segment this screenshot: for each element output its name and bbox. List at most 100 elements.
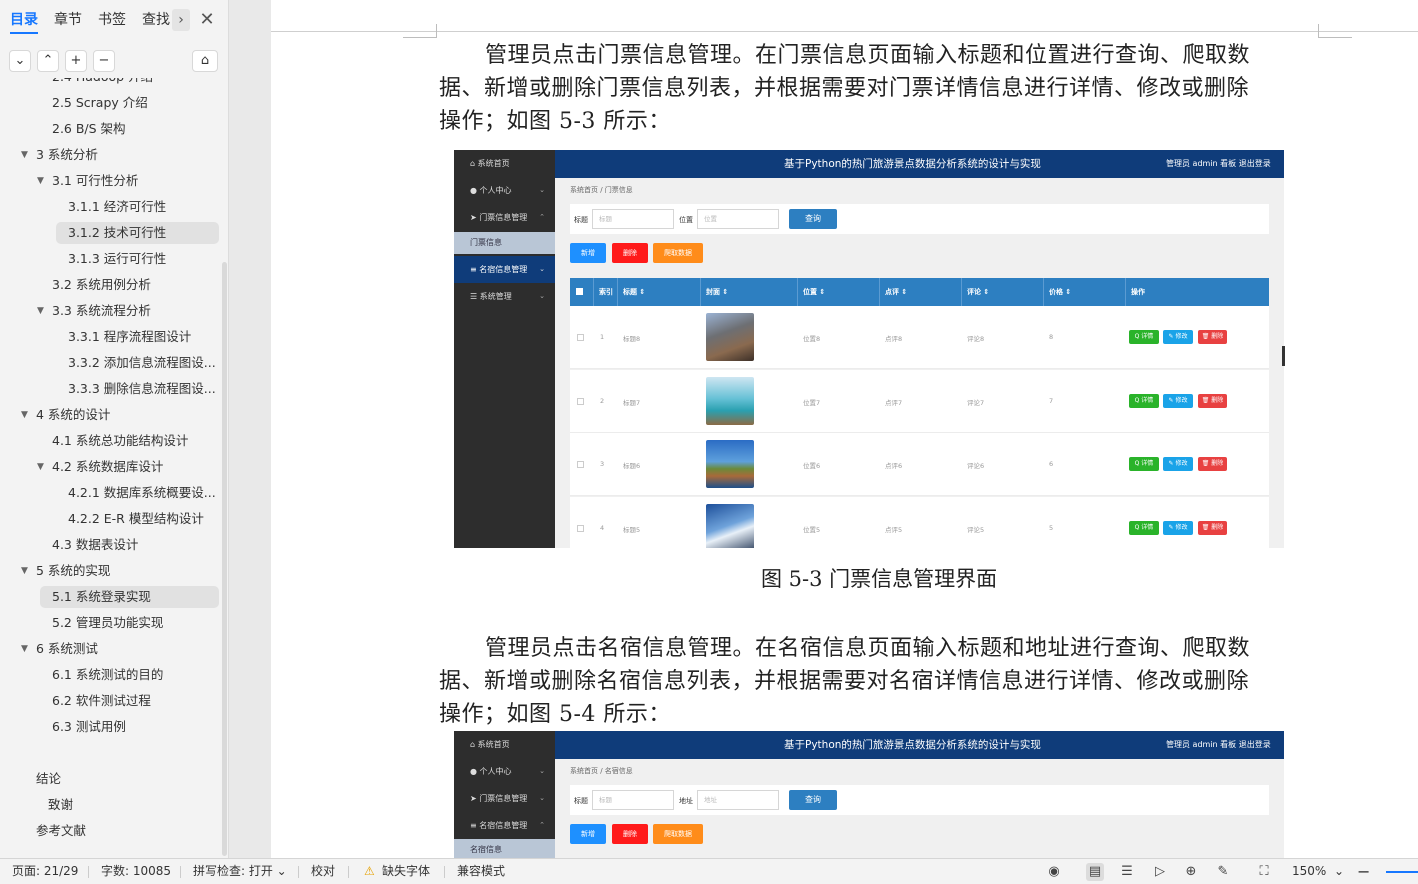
shot1-th-comment: 评论 ⇕ — [962, 278, 1044, 306]
tab-chapters[interactable]: 章节 — [54, 0, 82, 40]
toc-item[interactable]: 3.3 系统流程分析 — [52, 300, 151, 322]
toc-item[interactable]: 4 系统的设计 — [36, 404, 110, 426]
proofread-button[interactable]: 校对 — [311, 859, 335, 884]
toc-item-label: 致谢 — [48, 797, 74, 812]
toc-item[interactable]: 6.2 软件测试过程 — [52, 690, 151, 712]
tab-bookmarks[interactable]: 书签 — [98, 0, 126, 40]
toc-item[interactable]: 5.1 系统登录实现 — [40, 586, 219, 608]
toc-item[interactable]: 参考文献 — [36, 820, 86, 842]
toc-item[interactable]: 4.1 系统总功能结构设计 — [52, 430, 188, 452]
page-count[interactable]: 页面: 21/29 — [12, 859, 78, 884]
outline-view-icon[interactable]: ☰ — [1118, 863, 1136, 881]
shot1-nav-profile: ● 个人中心 ⌄ — [470, 186, 545, 195]
expand-arrow-icon[interactable]: ▼ — [21, 638, 28, 660]
shot1-cell-price: 7 — [1049, 396, 1054, 405]
shot2-breadcrumb: 系统首页 / 名宿信息 — [570, 767, 633, 775]
shot1-cell-price: 6 — [1049, 460, 1054, 468]
shot1-op-edit-button: ✎ 修改 — [1163, 457, 1193, 471]
shot1-cell-review: 点评5 — [885, 525, 903, 534]
shot1-cell-price: 8 — [1049, 333, 1054, 341]
para2-line3: 操作；如图 5-4 所示： — [439, 702, 671, 727]
toc-item[interactable]: 4.2 系统数据库设计 — [52, 456, 163, 478]
add-heading-icon[interactable]: + — [65, 50, 87, 72]
shot1-cell-price: 5 — [1049, 523, 1054, 532]
shot2-delete-button: 删除 — [612, 824, 648, 844]
expand-arrow-icon[interactable]: ▼ — [37, 300, 44, 322]
expand-arrow-icon[interactable]: ▼ — [21, 560, 28, 582]
toc-item[interactable]: 4.2.1 数据库系统概要设... — [68, 482, 216, 504]
toc-item[interactable]: 3.1 可行性分析 — [52, 170, 138, 192]
paragraph-homestays[interactable]: 管理员点击名宿信息管理。在名宿信息页面输入标题和地址进行查询、爬取数 据、新增或… — [439, 632, 1301, 731]
toc-item[interactable]: 2.6 B/S 架构 — [52, 118, 126, 140]
zoom-slider[interactable] — [1386, 871, 1418, 873]
zoom-dropdown-icon[interactable]: ⌄ — [1334, 859, 1344, 884]
eye-protection-icon[interactable]: ◉ — [1045, 863, 1063, 881]
smart-toc-icon[interactable]: ⌂ — [192, 50, 218, 72]
toc-item[interactable]: 4.2.2 E-R 模型结构设计 — [68, 508, 204, 530]
figure-5-3-image[interactable]: 基于Python的热门旅游景点数据分析系统的设计与实现 管理员 admin 看板… — [454, 150, 1284, 548]
toc-item[interactable]: 3.1.3 运行可行性 — [68, 248, 166, 270]
toc-scrollbar[interactable] — [222, 262, 227, 856]
expand-arrow-icon[interactable]: ▼ — [21, 144, 28, 166]
shot1-cover-image — [706, 440, 754, 488]
toc-item[interactable]: 5.2 管理员功能实现 — [52, 612, 163, 634]
word-count[interactable]: 字数: 10085 — [101, 859, 171, 884]
close-pane-icon[interactable]: ✕ — [198, 9, 216, 31]
shot1-cell-title: 标题7 — [623, 398, 641, 407]
figure-5-4-image[interactable]: 基于Python的热门旅游景点数据分析系统的设计与实现 管理员 admin 看板… — [454, 731, 1284, 858]
toc-item-label: 3.3.1 程序流程图设计 — [68, 329, 192, 344]
shot1-cell-location: 位置8 — [803, 335, 821, 343]
toc-item[interactable]: 3.1.2 技术可行性 — [56, 222, 219, 244]
shot2-nav-homestay-info: 名宿信息 — [454, 839, 555, 858]
shot2-title: 基于Python的热门旅游景点数据分析系统的设计与实现 — [784, 739, 1041, 751]
collapse-icon[interactable]: ⌄ — [9, 50, 31, 72]
page-scroll-marker[interactable] — [1282, 346, 1285, 366]
shot1-filter-bar: 标题 标题 位置 位置 查询 — [570, 204, 1269, 234]
remove-heading-icon[interactable]: − — [93, 50, 115, 72]
zoom-out-icon[interactable]: − — [1357, 859, 1370, 884]
margin-mark-right — [1318, 24, 1352, 38]
toc-item[interactable]: 3.3.1 程序流程图设计 — [68, 326, 191, 348]
toc-item[interactable]: 6.3 测试用例 — [52, 716, 126, 738]
toc-item[interactable]: 6.1 系统测试的目的 — [52, 664, 163, 686]
shot1-query-button: 查询 — [789, 209, 837, 229]
pen-icon[interactable]: ✎ — [1214, 863, 1232, 881]
shot1-th-price: 价格 ⇕ — [1044, 278, 1126, 306]
expand-icon[interactable]: ⌃ — [37, 50, 59, 72]
toc-item[interactable]: 2.5 Scrapy 介绍 — [52, 92, 148, 114]
missing-font-button[interactable]: 缺失字体 — [382, 859, 430, 884]
shot2-filter-bar: 标题 标题 地址 地址 查询 — [570, 785, 1269, 815]
toc-item-label: 4.2 系统数据库设计 — [52, 459, 164, 474]
toc-item[interactable]: 致谢 — [48, 794, 73, 816]
zoom-level[interactable]: 150% — [1292, 859, 1326, 884]
paragraph-tickets[interactable]: 管理员点击门票信息管理。在门票信息页面输入标题和位置进行查询、爬取数 据、新增或… — [439, 39, 1301, 138]
toc-item-label: 3.2 系统用例分析 — [52, 277, 151, 292]
shot1-table-header: 索引 标题 ⇕ 封面 ⇕ 位置 ⇕ 点评 ⇕ 评论 ⇕ 价格 ⇕ 操作 — [570, 278, 1269, 306]
toc-item[interactable]: 结论 — [36, 768, 61, 790]
expand-arrow-icon[interactable]: ▼ — [21, 404, 28, 426]
shot1-title-input: 标题 — [592, 209, 674, 229]
play-icon[interactable]: ▷ — [1151, 863, 1169, 881]
expand-arrow-icon[interactable]: ▼ — [37, 170, 44, 192]
toc-item[interactable]: 3.2 系统用例分析 — [52, 274, 151, 296]
toc-item[interactable]: 2.4 Hadoop 介绍 — [52, 78, 153, 88]
toc-item-label: 6.2 软件测试过程 — [52, 693, 151, 708]
expand-arrow-icon[interactable]: ▼ — [37, 456, 44, 478]
fit-screen-icon[interactable]: ⛶ — [1255, 863, 1273, 881]
toc-item[interactable]: 3.3.3 删除信息流程图设... — [68, 378, 216, 400]
tab-find[interactable]: 查找 — [142, 0, 170, 40]
tab-toc[interactable]: 目录 — [10, 0, 38, 40]
tab-scroll-right-icon[interactable]: › — [172, 9, 190, 31]
toc-item[interactable]: 4.3 数据表设计 — [52, 534, 138, 556]
toc-item[interactable]: 3.1.1 经济可行性 — [68, 196, 166, 218]
web-view-icon[interactable]: ⊕ — [1182, 863, 1200, 881]
toc-item[interactable]: 3 系统分析 — [36, 144, 98, 166]
toc-item-label: 4.2.2 E-R 模型结构设计 — [68, 511, 204, 526]
page-view-icon[interactable]: ▤ — [1086, 863, 1104, 881]
shot1-nav-system: ☰ 系统管理 ⌄ — [470, 292, 545, 301]
toc-item[interactable]: 5 系统的实现 — [36, 560, 110, 582]
toc-item[interactable]: 3.3.2 添加信息流程图设... — [68, 352, 216, 374]
spell-check-toggle[interactable]: 拼写检查: 打开 ⌄ — [193, 859, 287, 884]
shot1-nav-homestay-mgmt: ≡ 名宿信息管理 ⌄ — [454, 256, 555, 283]
toc-item[interactable]: 6 系统测试 — [36, 638, 98, 660]
